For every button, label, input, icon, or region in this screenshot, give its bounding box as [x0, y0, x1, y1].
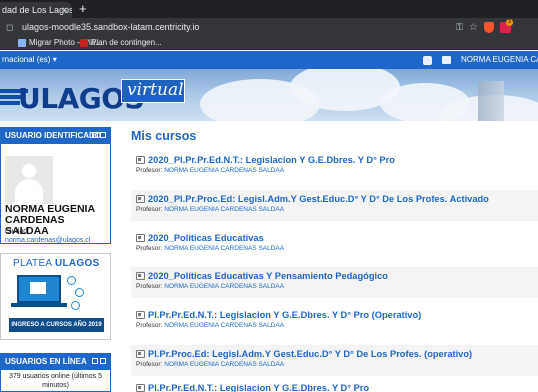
- page-title: Mis cursos: [131, 129, 197, 143]
- messages-icon[interactable]: [442, 56, 451, 64]
- orbit-node-icon: [75, 288, 84, 297]
- course-icon: [136, 195, 145, 203]
- course-teacher: Profesor: NORMA EUGENIA CARDENAS SALDAA: [136, 361, 285, 368]
- browser-tab[interactable]: dad de Los Lagos ×: [0, 2, 72, 18]
- bookmark-favicon-icon: [80, 39, 88, 47]
- course-teacher: Profesor: NORMA EUGENIA CARDENAS SALDAA: [136, 167, 285, 174]
- course-teacher: Profesor: NORMA EUGENIA CARDENAS SALDAA: [136, 206, 285, 213]
- course-link[interactable]: 2020_Políticas Educativas: [131, 229, 538, 244]
- user-menu[interactable]: NORMA EUGENIA CARDEN: [461, 54, 538, 66]
- block-title: USUARIOS EN LÍNEA: [5, 357, 87, 366]
- course-item: 2020_Pl.Pr.Pr.Ed.N.T.: Legislacion Y G.E…: [131, 151, 538, 182]
- platea-access-button[interactable]: INGRESO A CURSOS AÑO 2019: [9, 318, 104, 332]
- course-item: Pl.Pr.Pr.Ed.N.T.: Legislacion Y G.E.Dbre…: [131, 306, 538, 337]
- teacher-link[interactable]: NORMA EUGENIA CARDENAS SALDAA: [164, 283, 284, 290]
- course-icon: [136, 234, 145, 242]
- site-navbar: rnacional (es) ▾ NORMA EUGENIA CARDEN: [0, 51, 538, 69]
- course-link[interactable]: 2020_Políticas Educativas Y Pensamiento …: [131, 267, 538, 282]
- avatar[interactable]: [5, 156, 53, 204]
- course-link[interactable]: 2020_Pl.Pr.Pr.Ed.N.T.: Legislacion Y G.E…: [131, 151, 538, 166]
- course-item: 2020_Pl.Pr.Proc.Ed: Legisl.Adm.Y Gest.Ed…: [131, 190, 538, 221]
- course-teacher: Profesor: NORMA EUGENIA CARDENAS SALDAA: [136, 245, 285, 252]
- bookmarks-bar: Migrar Photo – Pla... Plan de contingen.…: [0, 36, 538, 50]
- course-link[interactable]: Pl.Pr.Pr.Ed.N.T.: Legislacion Y G.E.Dbre…: [131, 382, 538, 392]
- dock-block-icon[interactable]: [100, 132, 106, 138]
- key-icon[interactable]: ⚿: [456, 22, 463, 33]
- course-link[interactable]: 2020_Pl.Pr.Proc.Ed: Legisl.Adm.Y Gest.Ed…: [131, 190, 538, 205]
- browser-tab-bar: dad de Los Lagos × +: [0, 0, 538, 18]
- site-banner: ULAGOS virtual: [0, 69, 538, 121]
- dock-block-icon[interactable]: [100, 358, 106, 364]
- bookmark-page-icon[interactable]: ◻: [6, 21, 16, 33]
- notifications-icon[interactable]: [423, 55, 432, 65]
- course-icon: [136, 272, 145, 280]
- close-tab-icon[interactable]: ×: [62, 4, 68, 18]
- block-header: USUARIO IDENTIFICADO: [1, 128, 110, 144]
- block-header: USUARIOS EN LÍNEA: [1, 354, 110, 370]
- collapse-block-icon[interactable]: [92, 358, 98, 364]
- course-teacher: Profesor: NORMA EUGENIA CARDENAS SALDAA: [136, 322, 285, 329]
- orbit-node-icon: [71, 301, 80, 310]
- course-item: Pl.Pr.Pr.Ed.N.T.: Legislacion Y G.E.Dbre…: [131, 382, 538, 392]
- teacher-link[interactable]: NORMA EUGENIA CARDENAS SALDAA: [164, 322, 284, 329]
- bookmark-favicon-icon: [18, 39, 26, 47]
- course-icon: [136, 384, 145, 392]
- extension-icon[interactable]: 3: [499, 18, 513, 33]
- language-menu[interactable]: rnacional (es) ▾: [2, 54, 57, 66]
- user-email-link[interactable]: norma.cardenas@ulagos.cl: [5, 236, 90, 245]
- laptop-illustration-icon: [17, 275, 61, 303]
- block-title: USUARIO IDENTIFICADO: [5, 131, 101, 140]
- laptop-base: [11, 303, 67, 307]
- address-bar-actions: ⚿ ☆ 3: [456, 18, 513, 33]
- course-icon: [136, 311, 145, 319]
- teacher-link[interactable]: NORMA EUGENIA CARDENAS SALDAA: [164, 245, 284, 252]
- course-link[interactable]: Pl.Pr.Proc.Ed: Legisl.Adm.Y Gest.Educ.D°…: [131, 345, 538, 360]
- online-users-block: USUARIOS EN LÍNEA 379 usuarios online (ú…: [0, 353, 111, 392]
- logo-stripe: [0, 101, 20, 105]
- avatar-body-shape: [15, 179, 43, 204]
- virtual-logo-text: virtual: [127, 80, 184, 100]
- course-teacher: Profesor: NORMA EUGENIA CARDENAS SALDAA: [136, 283, 285, 290]
- user-block: USUARIO IDENTIFICADO NORMA EUGENIA CARDE…: [0, 127, 111, 244]
- user-city-label: Ciudad:: [5, 228, 30, 235]
- block-controls: [92, 132, 106, 138]
- address-bar: ◻ ulagos-moodle35.sandbox-latam.centrici…: [0, 18, 538, 36]
- teacher-link[interactable]: NORMA EUGENIA CARDENAS SALDAA: [164, 206, 284, 213]
- navbar-right: NORMA EUGENIA CARDEN: [423, 54, 538, 66]
- bookmark-item[interactable]: Plan de contingen...: [80, 37, 162, 49]
- new-tab-button[interactable]: +: [79, 1, 87, 17]
- extension-badge: 3: [505, 18, 513, 26]
- course-link[interactable]: Pl.Pr.Pr.Ed.N.T.: Legislacion Y G.E.Dbre…: [131, 306, 538, 321]
- orbit-node-icon: [67, 276, 76, 285]
- brave-shield-icon[interactable]: [483, 21, 494, 33]
- collapse-block-icon[interactable]: [92, 132, 98, 138]
- avatar-head-shape: [22, 164, 36, 178]
- course-icon: [136, 350, 145, 358]
- url-field[interactable]: ulagos-moodle35.sandbox-latam.centricity…: [22, 21, 199, 33]
- teacher-link[interactable]: NORMA EUGENIA CARDENAS SALDAA: [164, 361, 284, 368]
- laptop-screen: [30, 282, 46, 294]
- star-icon[interactable]: ☆: [469, 22, 478, 33]
- banner-building: [478, 81, 504, 121]
- teacher-link[interactable]: NORMA EUGENIA CARDENAS SALDAA: [164, 167, 284, 174]
- course-item: Pl.Pr.Proc.Ed: Legisl.Adm.Y Gest.Educ.D°…: [131, 345, 538, 376]
- platea-title: PLATEA ULAGOS: [13, 258, 100, 269]
- block-controls: [92, 358, 106, 364]
- course-item: 2020_Políticas Educativas Profesor: NORM…: [131, 229, 538, 260]
- course-item: 2020_Políticas Educativas Y Pensamiento …: [131, 267, 538, 298]
- course-icon: [136, 156, 145, 164]
- platea-block[interactable]: PLATEA ULAGOS INGRESO A CURSOS AÑO 2019: [0, 253, 111, 340]
- online-users-count: 379 usuarios online (últimos 5 minutos): [9, 373, 102, 389]
